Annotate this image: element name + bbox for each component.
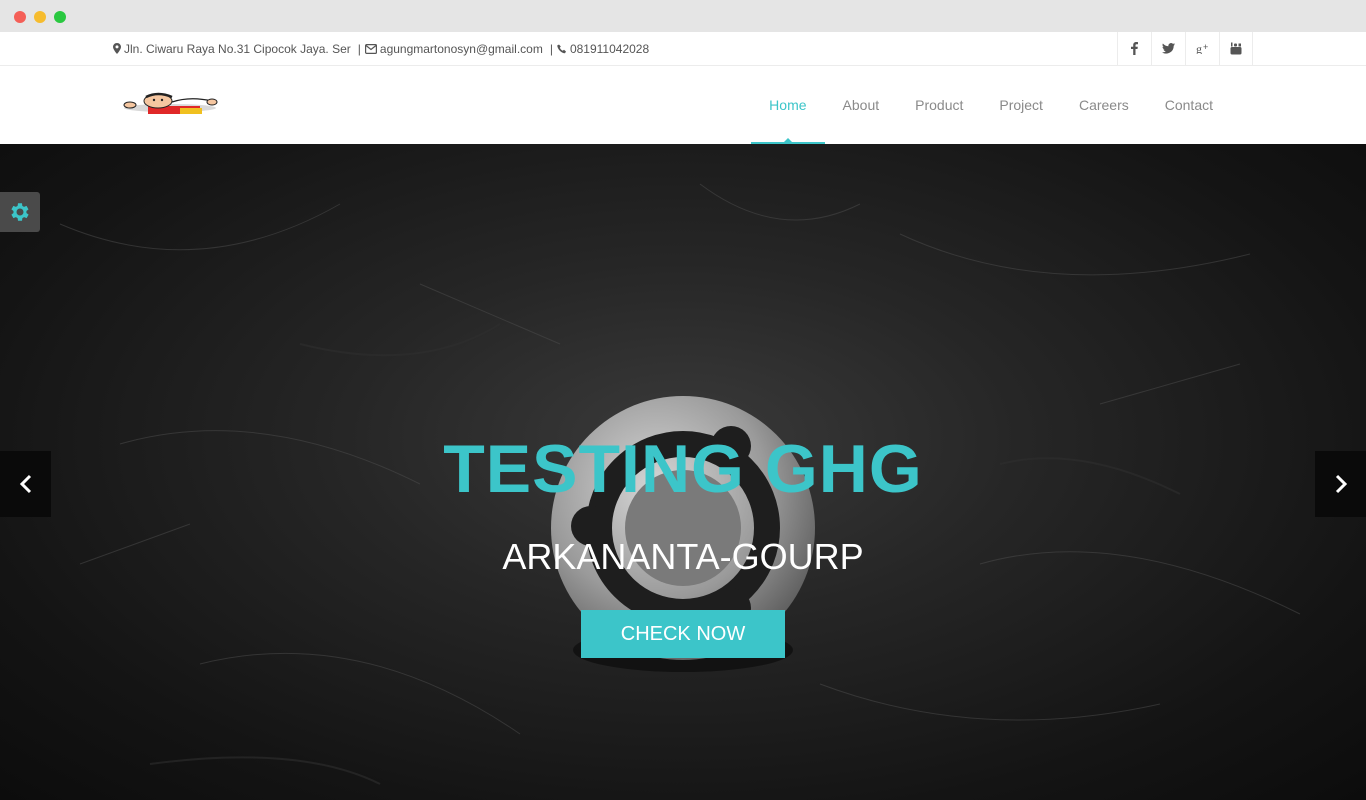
envelope-icon: [364, 43, 377, 54]
hero-slider: TESTING GHG ARKANANTA-GOURP CHECK NOW: [0, 144, 1366, 800]
nav-home[interactable]: Home: [751, 66, 825, 144]
window-close-button[interactable]: [14, 11, 26, 23]
site-header: Home About Product Project Careers Conta…: [0, 66, 1366, 144]
google-plus-icon[interactable]: g +: [1185, 32, 1219, 65]
settings-toggle[interactable]: [0, 192, 40, 232]
nav-about[interactable]: About: [825, 66, 898, 144]
slider-next-button[interactable]: [1315, 451, 1366, 517]
svg-text:+: +: [1203, 43, 1208, 52]
nav-contact[interactable]: Contact: [1147, 66, 1231, 144]
chevron-right-icon: [1335, 474, 1347, 494]
phone-icon: [557, 44, 566, 53]
email-item[interactable]: agungmartonosyn@gmail.com: [364, 42, 543, 56]
address-item: Jln. Ciwaru Raya No.31 Cipocok Jaya. Ser: [113, 42, 351, 56]
youtube-icon[interactable]: [1219, 32, 1253, 65]
nav-careers[interactable]: Careers: [1061, 66, 1147, 144]
hero-subtitle: ARKANANTA-GOURP: [502, 536, 864, 577]
email-text[interactable]: agungmartonosyn@gmail.com: [380, 42, 543, 56]
window-minimize-button[interactable]: [34, 11, 46, 23]
gear-icon: [11, 203, 29, 221]
chevron-left-icon: [19, 474, 31, 494]
map-marker-icon: [113, 43, 121, 54]
address-text: Jln. Ciwaru Raya No.31 Cipocok Jaya. Ser: [124, 41, 351, 56]
phone-text: 081911042028: [569, 41, 650, 56]
hero-title: TESTING GHG: [443, 431, 923, 507]
main-nav: Home About Product Project Careers Conta…: [751, 66, 1231, 144]
facebook-icon[interactable]: [1117, 32, 1151, 65]
browser-titlebar: [0, 0, 1366, 32]
twitter-icon[interactable]: [1151, 32, 1185, 65]
top-info-bar: Jln. Ciwaru Raya No.31 Cipocok Jaya. Ser…: [0, 32, 1366, 66]
logo-image[interactable]: [120, 92, 220, 118]
window-maximize-button[interactable]: [54, 11, 66, 23]
slider-prev-button[interactable]: [0, 451, 51, 517]
check-now-button[interactable]: CHECK NOW: [581, 610, 785, 658]
nav-project[interactable]: Project: [981, 66, 1061, 144]
contact-info: Jln. Ciwaru Raya No.31 Cipocok Jaya. Ser…: [113, 32, 649, 65]
social-links: g +: [1117, 32, 1253, 65]
nav-product[interactable]: Product: [897, 66, 981, 144]
phone-item: 081911042028: [557, 42, 649, 56]
svg-text:g: g: [1196, 43, 1202, 54]
